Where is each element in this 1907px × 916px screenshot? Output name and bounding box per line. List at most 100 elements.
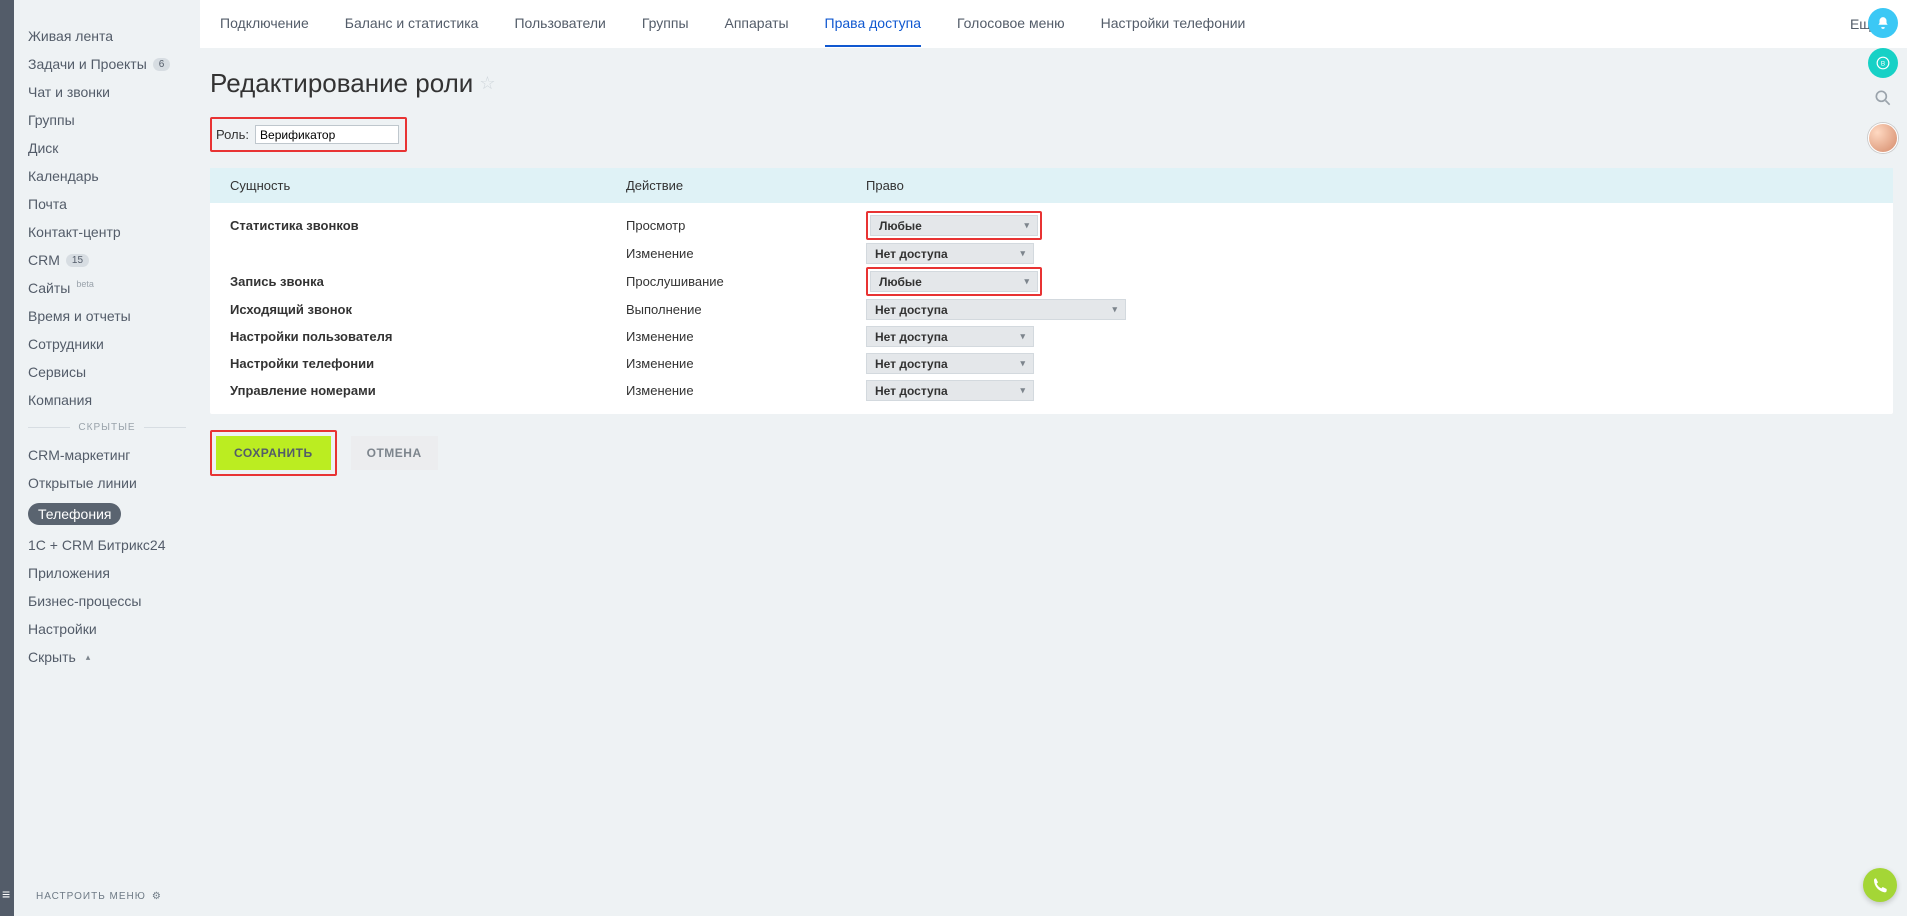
sidebar-item[interactable]: Контакт-центр bbox=[14, 218, 200, 246]
sidebar-item[interactable]: CRM15 bbox=[14, 246, 200, 274]
table-row: Управление номерамиИзменениеНет доступа▾ bbox=[230, 377, 1873, 404]
action-cell: Изменение bbox=[626, 329, 866, 344]
chevron-down-icon: ▾ bbox=[1024, 220, 1029, 231]
table-row: Запись звонкаПрослушивание Любые▾ bbox=[230, 267, 1873, 296]
main: Подключение Баланс и статистика Пользовате… bbox=[200, 0, 1907, 916]
chevron-down-icon: ▾ bbox=[1020, 331, 1025, 342]
notifications-icon[interactable] bbox=[1868, 8, 1898, 38]
chevron-down-icon: ▾ bbox=[1020, 385, 1025, 396]
table-row: Настройки пользователяИзменениеНет досту… bbox=[230, 323, 1873, 350]
tab[interactable]: Подключение bbox=[220, 0, 309, 47]
beta-tag: beta bbox=[76, 279, 94, 289]
right-cell: Нет доступа▾ bbox=[866, 243, 1873, 264]
chevron-down-icon: ▾ bbox=[1020, 248, 1025, 259]
tab[interactable]: Аппараты bbox=[725, 0, 789, 47]
tab[interactable]: Пользователи bbox=[514, 0, 605, 47]
right-select[interactable]: Нет доступа▾ bbox=[866, 243, 1034, 264]
entity-cell: Статистика звонков bbox=[230, 218, 626, 233]
action-cell: Изменение bbox=[626, 356, 866, 371]
right-select[interactable]: Любые▾ bbox=[870, 215, 1038, 236]
right-select[interactable]: Нет доступа▾ bbox=[866, 353, 1034, 374]
gear-icon: ⚙ bbox=[152, 891, 162, 902]
collapsed-strip: ≡ bbox=[0, 0, 14, 916]
table-row: Исходящий звонокВыполнениеНет доступа▾ bbox=[230, 296, 1873, 323]
sidebar-item[interactable]: Группы bbox=[14, 106, 200, 134]
sidebar-item[interactable]: Открытые линии bbox=[14, 469, 200, 497]
chevron-down-icon: ▾ bbox=[1112, 304, 1117, 315]
sidebar-item[interactable]: CRM-маркетинг bbox=[14, 441, 200, 469]
chevron-down-icon: ▾ bbox=[1020, 358, 1025, 369]
right-cell: Любые▾ bbox=[866, 267, 1873, 296]
action-cell: Изменение bbox=[626, 246, 866, 261]
page-title: Редактирование роли bbox=[210, 68, 473, 99]
right-select[interactable]: Нет доступа▾ bbox=[866, 380, 1034, 401]
save-button[interactable]: СОХРАНИТЬ bbox=[216, 436, 331, 470]
sidebar-item[interactable]: Бизнес-процессы bbox=[14, 587, 200, 615]
badge: 15 bbox=[66, 254, 89, 267]
entity-cell: Исходящий звонок bbox=[230, 302, 626, 317]
configure-menu-button[interactable]: НАСТРОИТЬ МЕНЮ ⚙ bbox=[14, 881, 200, 916]
sidebar-item[interactable]: Живая лента bbox=[14, 22, 200, 50]
right-dock: B bbox=[1859, 0, 1907, 153]
action-cell: Прослушивание bbox=[626, 274, 866, 289]
permissions-panel: Сущность Действие Право Статистика звонк… bbox=[210, 168, 1893, 414]
sidebar-item[interactable]: Почта bbox=[14, 190, 200, 218]
highlight-box: Любые▾ bbox=[866, 211, 1042, 240]
search-icon[interactable] bbox=[1873, 88, 1893, 113]
table-header: Сущность Действие Право bbox=[210, 168, 1893, 203]
action-cell: Выполнение bbox=[626, 302, 866, 317]
tabbar: Подключение Баланс и статистика Пользовате… bbox=[200, 0, 1907, 48]
action-cell: Просмотр bbox=[626, 218, 866, 233]
right-cell: Нет доступа▾ bbox=[866, 353, 1873, 374]
star-icon[interactable]: ☆ bbox=[479, 73, 495, 94]
help-icon[interactable]: B bbox=[1868, 48, 1898, 78]
cancel-button[interactable]: ОТМЕНА bbox=[351, 436, 438, 470]
right-select[interactable]: Любые▾ bbox=[870, 271, 1038, 292]
sidebar-item[interactable]: 1С + CRM Битрикс24 bbox=[14, 531, 200, 559]
tab[interactable]: Группы bbox=[642, 0, 689, 47]
table-row: ИзменениеНет доступа▾ bbox=[230, 240, 1873, 267]
highlight-box: Любые▾ bbox=[866, 267, 1042, 296]
sidebar-item[interactable]: Компания bbox=[14, 386, 200, 414]
tab[interactable]: Права доступа bbox=[825, 0, 921, 47]
sidebar-item[interactable]: Настройки bbox=[14, 615, 200, 643]
sidebar-item[interactable]: Телефония bbox=[14, 497, 200, 531]
tab[interactable]: Настройки телефонии bbox=[1101, 0, 1246, 47]
sidebar-item[interactable]: Чат и звонки bbox=[14, 78, 200, 106]
right-select[interactable]: Нет доступа▾ bbox=[866, 299, 1126, 320]
role-label: Роль: bbox=[216, 127, 249, 142]
menu-icon[interactable]: ≡ bbox=[2, 886, 10, 902]
sidebar-item[interactable]: Диск bbox=[14, 134, 200, 162]
tab[interactable]: Голосовое меню bbox=[957, 0, 1065, 47]
sidebar-item[interactable]: Сайтыbeta bbox=[14, 274, 200, 302]
entity-cell: Управление номерами bbox=[230, 383, 626, 398]
call-fab[interactable] bbox=[1863, 868, 1897, 902]
role-field-wrapper: Роль: bbox=[210, 117, 407, 152]
right-cell: Нет доступа▾ bbox=[866, 380, 1873, 401]
chevron-down-icon: ▾ bbox=[1024, 276, 1029, 287]
sidebar-item[interactable]: Время и отчеты bbox=[14, 302, 200, 330]
right-cell: Любые▾ bbox=[866, 211, 1873, 240]
save-button-highlight: СОХРАНИТЬ bbox=[210, 430, 337, 476]
sidebar-item[interactable]: Приложения bbox=[14, 559, 200, 587]
avatar[interactable] bbox=[1868, 123, 1898, 153]
table-row: Настройки телефонииИзменениеНет доступа▾ bbox=[230, 350, 1873, 377]
tab[interactable]: Баланс и статистика bbox=[345, 0, 479, 47]
entity-cell: Настройки телефонии bbox=[230, 356, 626, 371]
badge: 6 bbox=[153, 58, 171, 71]
entity-cell: Настройки пользователя bbox=[230, 329, 626, 344]
table-row: Статистика звонковПросмотр Любые▾ bbox=[230, 211, 1873, 240]
sidebar-hidden-divider: СКРЫТЫЕ bbox=[14, 414, 200, 441]
entity-cell: Запись звонка bbox=[230, 274, 626, 289]
sidebar-item[interactable]: Скрыть bbox=[14, 643, 200, 671]
sidebar-item[interactable]: Календарь bbox=[14, 162, 200, 190]
right-cell: Нет доступа▾ bbox=[866, 326, 1873, 347]
right-select[interactable]: Нет доступа▾ bbox=[866, 326, 1034, 347]
sidebar: Живая лентаЗадачи и Проекты6Чат и звонки… bbox=[14, 0, 200, 916]
sidebar-item[interactable]: Задачи и Проекты6 bbox=[14, 50, 200, 78]
action-cell: Изменение bbox=[626, 383, 866, 398]
sidebar-item[interactable]: Сотрудники bbox=[14, 330, 200, 358]
role-input[interactable] bbox=[255, 125, 399, 144]
svg-text:B: B bbox=[1881, 60, 1885, 67]
sidebar-item[interactable]: Сервисы bbox=[14, 358, 200, 386]
